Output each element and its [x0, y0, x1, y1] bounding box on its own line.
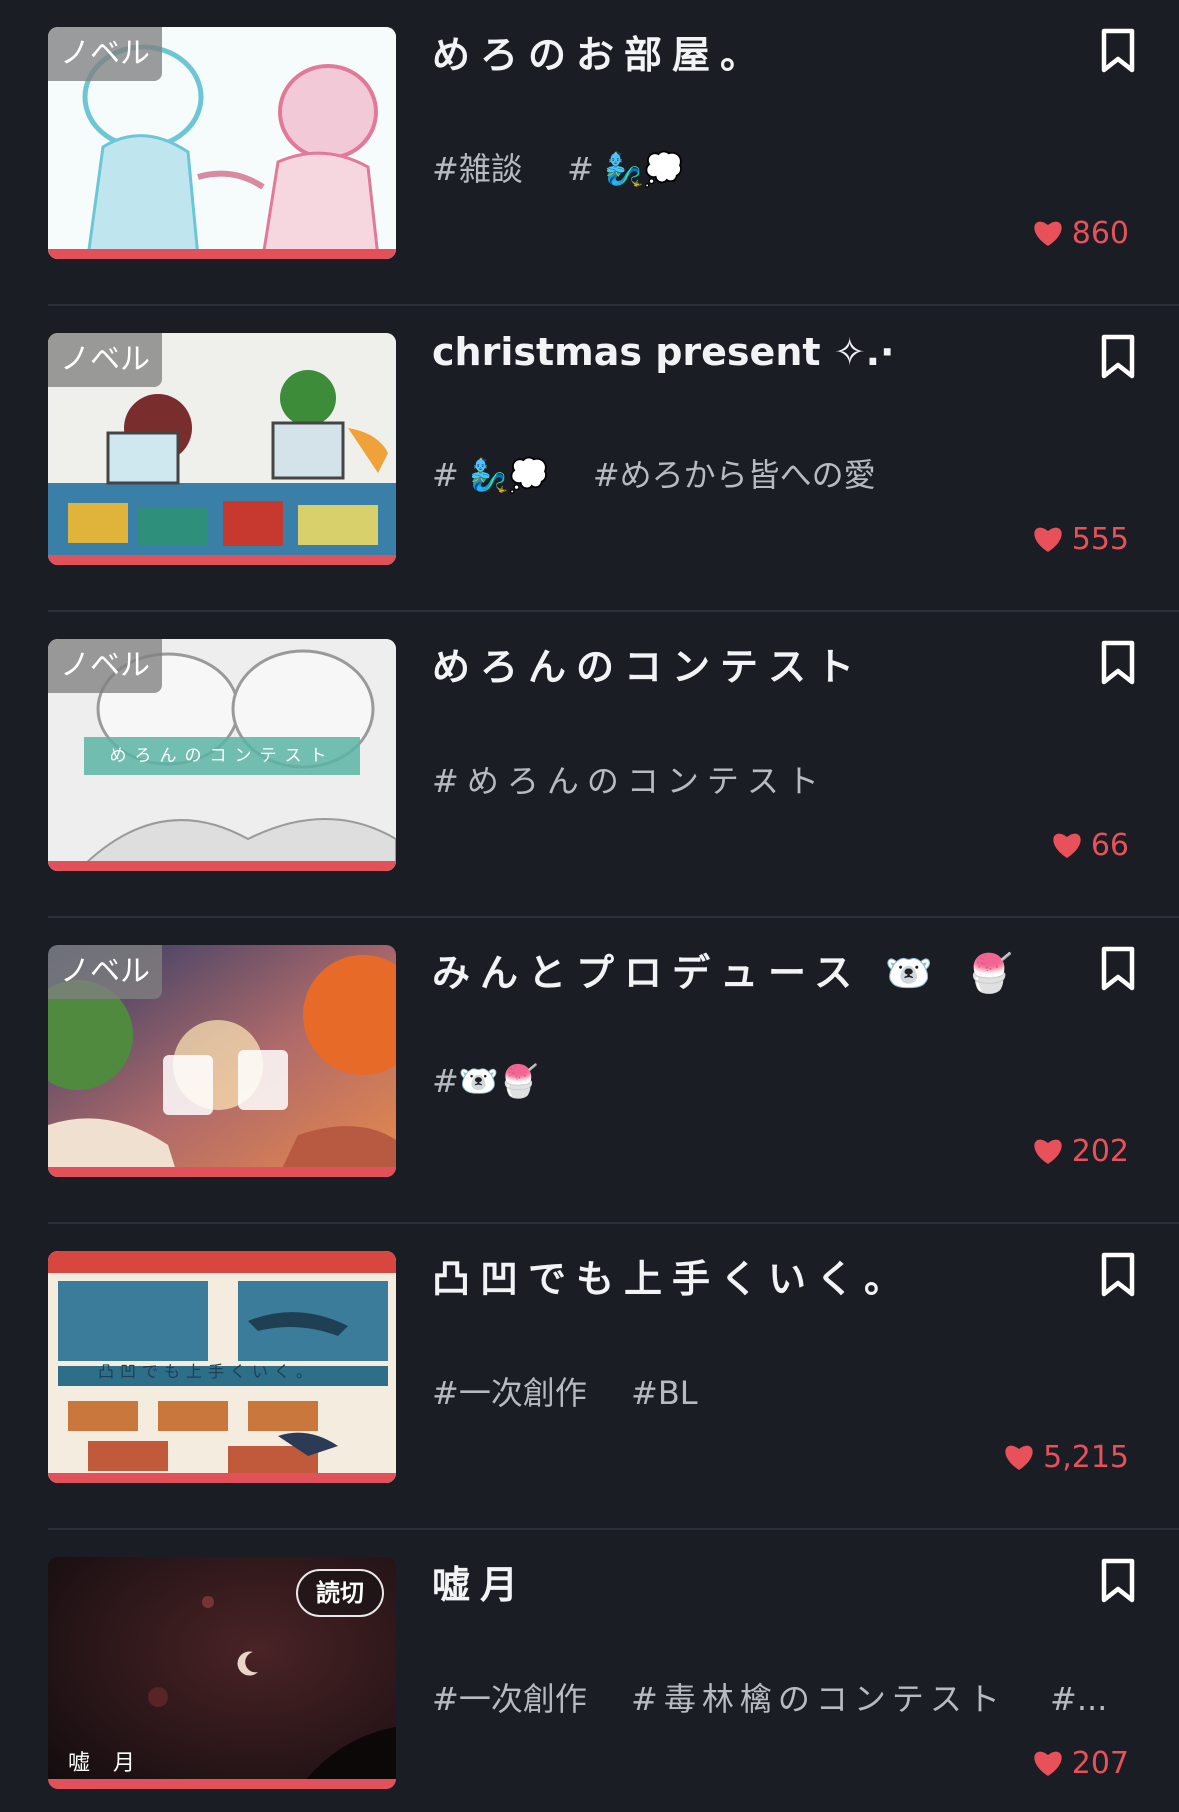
tag[interactable]: #🐻‍❄️🍧 — [432, 1062, 539, 1100]
story-title[interactable]: 嘘月 — [432, 1554, 1052, 1609]
like-count: 207 — [1032, 1743, 1129, 1783]
thumbnail-caption: めろんのコンテスト — [109, 746, 335, 766]
like-count: 555 — [1032, 519, 1129, 559]
bookmark-icon[interactable] — [1100, 1558, 1136, 1604]
story-thumbnail[interactable]: ノベル — [48, 27, 396, 259]
story-card[interactable]: ノベル christmas present ✧.· # 🧞‍♂️💭 #めろから皆… — [0, 306, 1179, 612]
story-thumbnail[interactable]: 読切 嘘 月 — [48, 1557, 396, 1789]
story-card[interactable]: 読切 嘘 月 嘘月 #一次創作 #毒林檎のコンテスト #... 207 — [0, 1530, 1179, 1812]
tag[interactable]: #めろんのコンテスト — [432, 756, 827, 802]
oneshot-badge: 読切 — [296, 1569, 384, 1617]
tag[interactable]: #毒林檎のコンテスト — [631, 1674, 1006, 1720]
thumbnail-caption: 嘘 月 — [68, 1751, 143, 1776]
heart-icon — [1034, 221, 1062, 246]
like-count: 66 — [1051, 825, 1129, 865]
novel-badge: ノベル — [48, 639, 162, 693]
like-count: 860 — [1032, 213, 1129, 253]
tag-list: #めろんのコンテスト — [432, 756, 1122, 802]
novel-badge: ノベル — [48, 945, 162, 999]
story-thumbnail[interactable]: ノベル — [48, 333, 396, 565]
thumbnail-accent-bar — [48, 249, 396, 259]
story-thumbnail[interactable]: 凸凹でも上手くいく。 — [48, 1251, 396, 1483]
tag[interactable]: #一次創作 — [432, 1674, 587, 1720]
tag[interactable]: #雑談 — [432, 144, 523, 190]
story-title[interactable]: めろのお部屋。 — [432, 24, 1052, 79]
novel-badge: ノベル — [48, 333, 162, 387]
story-thumbnail[interactable]: ノベル めろんのコンテスト — [48, 639, 396, 871]
like-count-value: 555 — [1071, 521, 1129, 557]
heart-icon — [1053, 833, 1081, 858]
like-count-value: 860 — [1071, 215, 1129, 251]
thumbnail-accent-bar — [48, 1473, 396, 1483]
novel-badge: ノベル — [48, 27, 162, 81]
story-title[interactable]: christmas present ✧.· — [432, 330, 1052, 374]
story-title[interactable]: めろんのコンテスト — [432, 636, 1052, 691]
heart-icon — [1034, 1139, 1062, 1164]
bookmark-icon[interactable] — [1100, 946, 1136, 992]
tag-list: #一次創作 #BL — [432, 1368, 1122, 1414]
tag[interactable]: #一次創作 — [432, 1368, 587, 1414]
thumbnail-accent-bar — [48, 555, 396, 565]
bookmark-icon[interactable] — [1100, 334, 1136, 380]
tag-list: #一次創作 #毒林檎のコンテスト #... — [432, 1674, 1122, 1720]
like-count: 5,215 — [1003, 1437, 1129, 1477]
tag-list: #雑談 # 🧞‍♂️💭 — [432, 144, 1122, 190]
heart-icon — [1034, 527, 1062, 552]
like-count-value: 202 — [1071, 1133, 1129, 1169]
tag[interactable]: #... — [1050, 1680, 1107, 1718]
bookmark-icon[interactable] — [1100, 28, 1136, 74]
like-count-value: 66 — [1090, 827, 1129, 863]
heart-icon — [1005, 1445, 1033, 1470]
tag[interactable]: # 🧞‍♂️💭 — [432, 456, 549, 494]
bookmark-icon[interactable] — [1100, 640, 1136, 686]
thumbnail-accent-bar — [48, 861, 396, 871]
tag[interactable]: #BL — [631, 1374, 698, 1412]
story-title[interactable]: 凸凹でも上手くいく。 — [432, 1248, 1052, 1303]
story-title[interactable]: みんとプロデュース 🐻‍❄️ 🍧 — [432, 942, 1052, 997]
like-count: 202 — [1032, 1131, 1129, 1171]
thumbnail-accent-bar — [48, 1779, 396, 1789]
like-count-value: 5,215 — [1043, 1439, 1129, 1475]
heart-icon — [1034, 1751, 1062, 1776]
story-card[interactable]: 凸凹でも上手くいく。 凸凹でも上手くいく。 #一次創作 #BL 5,215 — [0, 1224, 1179, 1530]
tag-list: #🐻‍❄️🍧 — [432, 1062, 1122, 1100]
story-feed: ノベル めろのお部屋。 #雑談 # 🧞‍♂️💭 860 — [0, 0, 1179, 1812]
story-card[interactable]: ノベル めろのお部屋。 #雑談 # 🧞‍♂️💭 860 — [0, 0, 1179, 306]
thumbnail-caption: 凸凹でも上手くいく。 — [98, 1362, 319, 1381]
thumbnail-accent-bar — [48, 1167, 396, 1177]
like-count-value: 207 — [1071, 1745, 1129, 1781]
tag-list: # 🧞‍♂️💭 #めろから皆への愛 — [432, 450, 1122, 496]
story-card[interactable]: ノベル めろんのコンテスト めろんのコンテスト #めろんのコンテスト 66 — [0, 612, 1179, 918]
tag[interactable]: #めろから皆への愛 — [593, 450, 876, 496]
story-thumbnail[interactable]: ノベル — [48, 945, 396, 1177]
story-card[interactable]: ノベル みんとプロデュース 🐻‍❄️ 🍧 #🐻‍❄️🍧 202 — [0, 918, 1179, 1224]
tag[interactable]: # 🧞‍♂️💭 — [567, 150, 684, 188]
bookmark-icon[interactable] — [1100, 1252, 1136, 1298]
